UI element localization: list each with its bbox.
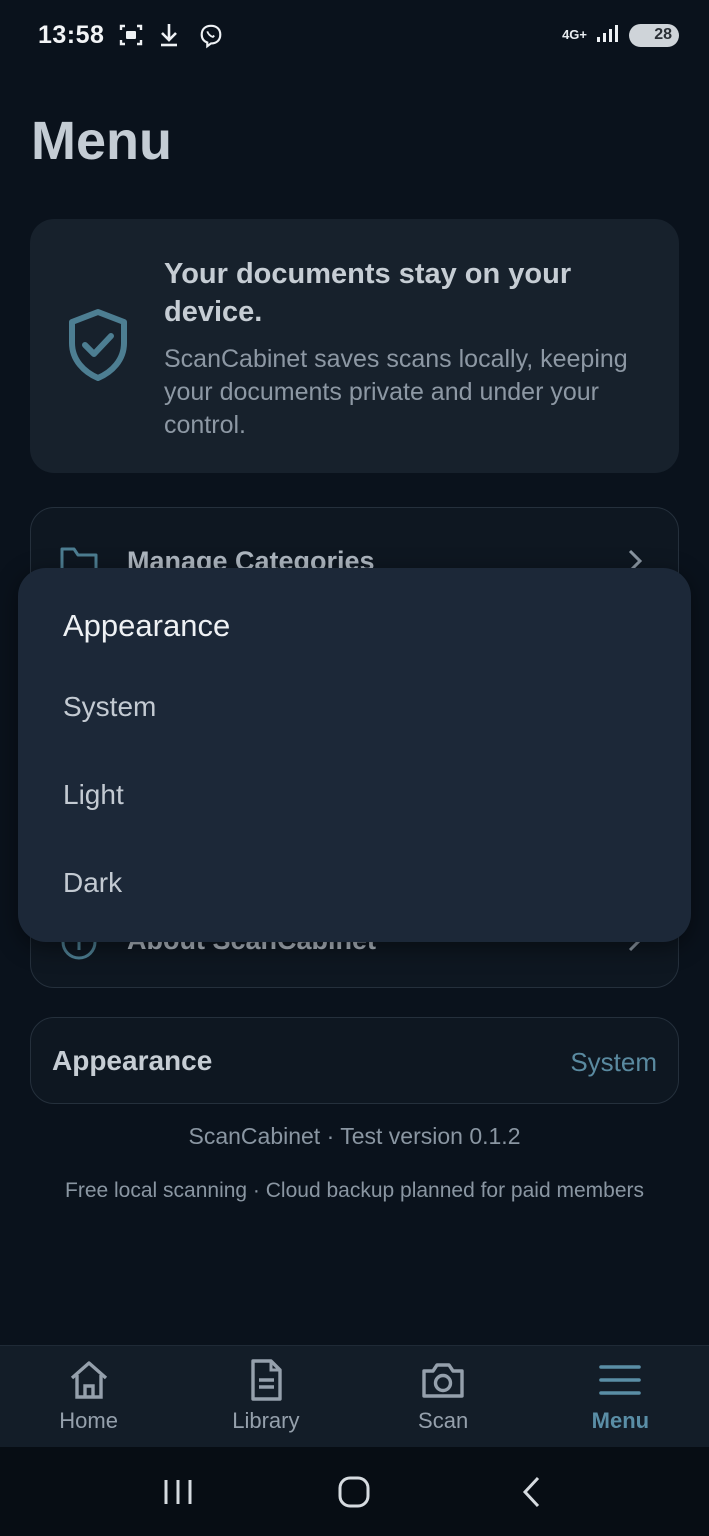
status-left: 13:58 bbox=[38, 21, 224, 50]
option-light[interactable]: Light bbox=[18, 751, 691, 839]
hamburger-icon bbox=[597, 1358, 643, 1402]
nav-library-label: Library bbox=[232, 1408, 300, 1433]
appearance-label: Appearance bbox=[52, 1045, 213, 1076]
nav-scan[interactable]: Scan bbox=[355, 1346, 532, 1447]
battery-indicator: 28 bbox=[629, 23, 679, 47]
recent-apps-icon[interactable] bbox=[158, 1472, 198, 1512]
page-title: Menu bbox=[31, 111, 172, 171]
status-time: 13:58 bbox=[38, 20, 105, 49]
plan-text: Free local scanning · Cloud backup plann… bbox=[65, 1179, 644, 1202]
network-type: 4G+ bbox=[562, 27, 587, 42]
appearance-setting[interactable]: Appearance System bbox=[30, 1017, 679, 1104]
privacy-card: Your documents stay on your device. Scan… bbox=[30, 219, 679, 473]
bottom-nav: Home Library Scan Menu bbox=[0, 1345, 709, 1447]
camera-icon bbox=[420, 1358, 466, 1402]
version-text: ScanCabinet · Test version 0.1.2 bbox=[188, 1123, 521, 1149]
battery-level: 28 bbox=[654, 26, 672, 43]
nav-home-label: Home bbox=[59, 1408, 118, 1433]
privacy-title: Your documents stay on your device. bbox=[164, 258, 572, 328]
nav-home[interactable]: Home bbox=[0, 1346, 177, 1447]
signal-icon bbox=[595, 22, 621, 48]
download-icon bbox=[158, 22, 184, 48]
home-button-icon[interactable] bbox=[334, 1472, 374, 1512]
document-icon bbox=[243, 1358, 289, 1402]
shield-check-icon bbox=[65, 307, 131, 383]
popup-title: Appearance bbox=[63, 608, 231, 643]
back-icon[interactable] bbox=[511, 1472, 551, 1512]
nav-library[interactable]: Library bbox=[177, 1346, 354, 1447]
privacy-body: ScanCabinet saves scans locally, keeping… bbox=[164, 345, 628, 439]
home-icon bbox=[66, 1358, 112, 1402]
option-dark[interactable]: Dark bbox=[18, 839, 691, 927]
status-right: 4G+ 28 bbox=[562, 22, 679, 48]
system-nav-bar bbox=[0, 1447, 709, 1536]
appearance-popup: Appearance System Light Dark bbox=[18, 568, 691, 942]
option-system[interactable]: System bbox=[18, 663, 691, 751]
nav-scan-label: Scan bbox=[418, 1408, 469, 1433]
status-bar: 13:58 4G+ 28 bbox=[0, 0, 709, 70]
screenshot-icon bbox=[118, 22, 144, 48]
nav-menu[interactable]: Menu bbox=[532, 1346, 709, 1447]
appearance-value: System bbox=[570, 1047, 657, 1077]
nav-menu-label: Menu bbox=[591, 1408, 650, 1433]
viber-icon bbox=[198, 22, 224, 49]
